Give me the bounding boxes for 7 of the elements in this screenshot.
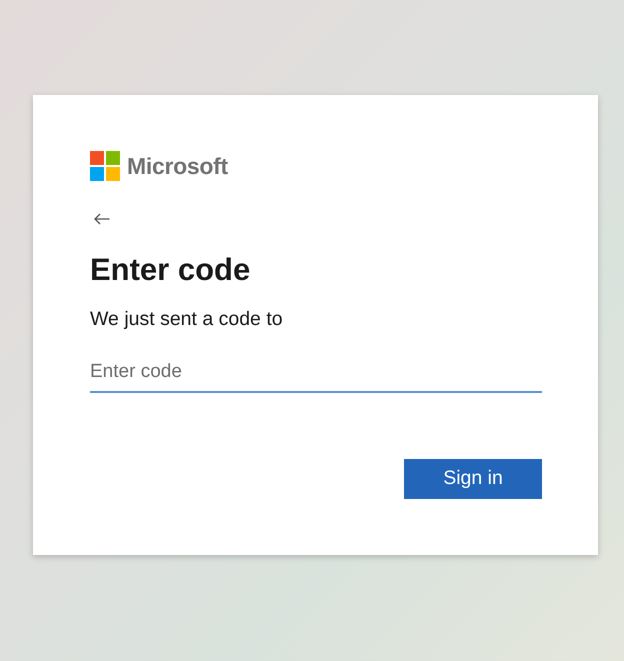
code-input-field[interactable]: Enter code (90, 353, 542, 393)
four-squares-logo-icon (90, 151, 120, 181)
page-heading: Enter code (90, 251, 252, 289)
back-arrow-icon (94, 213, 110, 225)
sign-in-button[interactable]: Sign in (404, 459, 542, 499)
instruction-text: We just sent a code to (90, 307, 284, 331)
logo-wordmark: Microsoft (127, 154, 228, 178)
